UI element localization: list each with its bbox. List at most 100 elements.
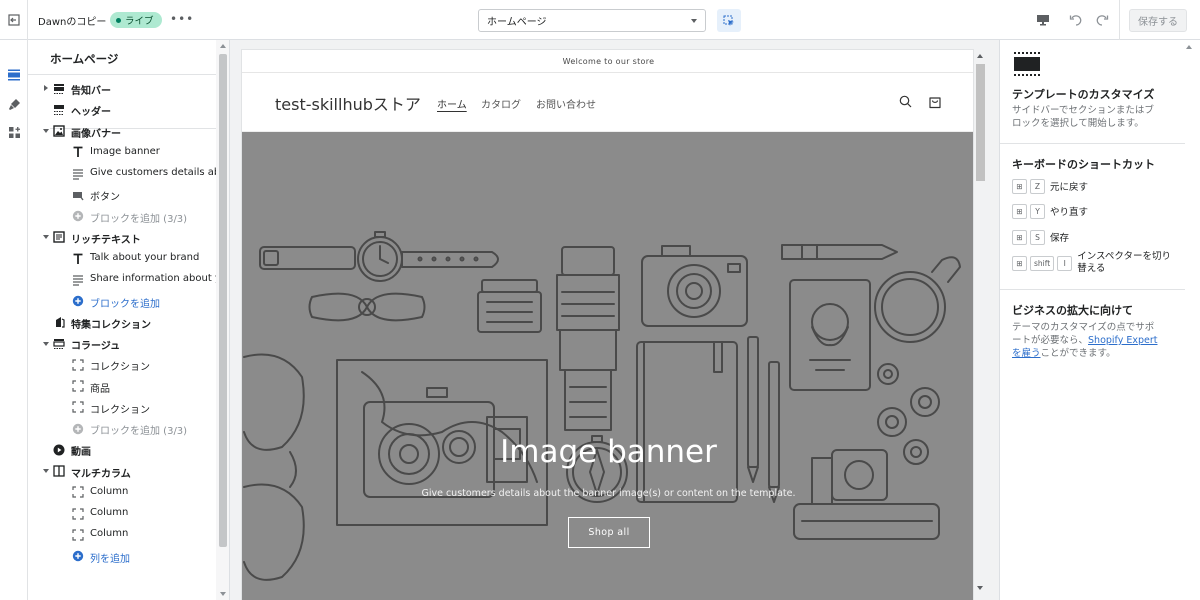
business-description: テーマのカスタマイズの点でサポートが必要なら、Shopify Expertを雇う… [1012,321,1162,360]
image-banner[interactable]: Image banner Give customers details abou… [242,132,973,600]
block-row[interactable]: Column [28,482,216,503]
business-title: ビジネスの拡大に向けて [1012,304,1133,317]
section-row[interactable]: 画像バナー [28,121,216,142]
block-row[interactable]: Column [28,503,216,524]
tree-row-label: ボタン [90,192,120,204]
inspector-toggle-button[interactable] [717,9,741,32]
section-row[interactable]: ヘッダー [28,99,216,120]
header-icon [53,104,65,116]
sidebar-scroll-thumb[interactable] [219,54,227,547]
device-preview-button[interactable] [1032,9,1054,31]
paragraph-icon [72,274,84,286]
block-row[interactable]: コレクション [28,397,216,418]
tree-row-label: コラージュ [71,341,121,352]
add-block-button[interactable]: ブロックを追加 [28,291,216,312]
live-status-badge: ライブ [110,12,162,28]
key-cap: Z [1030,178,1045,194]
key-cap: Y [1030,203,1045,219]
more-actions-button[interactable]: ••• [170,12,194,26]
apps-icon [8,126,20,138]
plus-circle-icon [72,550,84,562]
add-block-button[interactable]: 列を追加 [28,546,216,567]
shortcut-label: インスペクターを切り替える [1077,251,1171,274]
icon-rail [0,40,28,600]
text-icon [72,146,84,158]
command-key-icon: ⊞ [1012,229,1027,245]
key-cap: shift [1030,255,1055,271]
panel-title: テンプレートのカスタマイズ [1012,88,1155,101]
section-row[interactable]: 告知バー [28,78,216,99]
block-row[interactable]: コレクション [28,354,216,375]
preview-scroll-thumb[interactable] [976,64,985,181]
business-text-after: ことができます。 [1040,348,1116,359]
redo-button[interactable] [1092,9,1112,31]
block-row[interactable]: 商品 [28,376,216,397]
apps-nav-button[interactable] [3,121,25,143]
inspector-cursor-icon [723,15,734,26]
tree-row-label: マルチカラム [71,468,131,480]
announcement-bar[interactable]: Welcome to our store [242,50,973,73]
theme-settings-nav-button[interactable] [3,93,25,115]
cart-icon[interactable] [928,94,942,109]
section-row[interactable]: 動画 [28,439,216,460]
add-block-button[interactable]: ブロックを追加 (3/3) [28,206,216,227]
search-icon[interactable] [899,95,912,108]
tree-row-label: Column [90,485,129,497]
text-icon [72,253,84,265]
tree-row-label: リッチテキスト [71,234,141,246]
top-bar: Dawnのコピー ライブ ••• ホームページ 保存する [0,0,1200,40]
page-select[interactable]: ホームページ [478,9,706,32]
sidebar-scrollbar[interactable] [216,40,229,600]
shortcut-row: ⊞ shift I インスペクターを切り替える [1012,251,1173,274]
key-cap: I [1057,255,1073,271]
section-row[interactable]: リッチテキスト [28,227,216,248]
desktop-icon [1037,15,1049,26]
tree-row-label: Talk about your brand [90,252,200,263]
block-row[interactable]: Share information about y... [28,269,216,290]
tree-row-label: 告知バー [71,86,111,97]
section-row[interactable]: 特集コレクション [28,312,216,333]
template-icon [1014,52,1040,76]
scroll-up-icon [220,44,226,48]
block-row[interactable]: Give customers details abo... [28,163,216,184]
tree-row-label: コレクション [90,404,150,416]
live-dot-icon [116,17,121,23]
command-key-icon: ⊞ [1012,178,1027,194]
command-key-icon: ⊞ [1012,203,1027,219]
add-block-button[interactable]: ブロックを追加 (3/3) [28,418,216,439]
tree-row-label: コレクション [90,362,150,374]
nav-link-contact[interactable]: お問い合わせ [536,96,596,111]
nav-link-home[interactable]: ホーム [437,96,467,111]
plus-circle-icon [72,210,84,222]
store-logo-text[interactable]: test-skillhubストア [275,91,421,115]
section-row[interactable]: マルチカラム [28,461,216,482]
shop-all-button[interactable]: Shop all [568,517,650,548]
preview-scrollbar[interactable] [974,49,987,600]
key-cap: S [1030,229,1045,245]
chevron-down-icon[interactable] [43,129,49,133]
chevron-down-icon[interactable] [43,341,49,346]
block-row[interactable]: Talk about your brand [28,248,216,269]
tree-row-label: ヘッダー [71,107,111,119]
chevron-down-icon[interactable] [43,235,49,240]
tree-row-label: 商品 [90,383,110,395]
chevron-right-icon[interactable] [44,85,48,91]
block-row[interactable]: Image banner [28,142,216,163]
tree-row-label: 画像バナー [71,128,121,140]
shortcut-label: 元に戻す [1050,182,1089,193]
exit-editor-button[interactable] [0,0,28,40]
rich-text-icon [53,231,65,243]
block-row[interactable]: ボタン [28,184,216,205]
section-row[interactable]: コラージュ [28,333,216,354]
undo-button[interactable] [1066,9,1086,31]
nav-link-catalog[interactable]: カタログ [481,96,521,111]
save-button[interactable]: 保存する [1129,9,1187,32]
sections-nav-button[interactable] [3,64,25,86]
redo-icon [1096,15,1109,26]
block-row[interactable]: Column [28,524,216,545]
theme-name: Dawnのコピー [38,17,107,28]
command-key-icon: ⊞ [1012,255,1027,271]
chevron-down-icon[interactable] [43,469,49,473]
store-header[interactable]: test-skillhubストア ホーム カタログ お問い合わせ [242,73,973,132]
topbar-divider [1119,0,1120,40]
